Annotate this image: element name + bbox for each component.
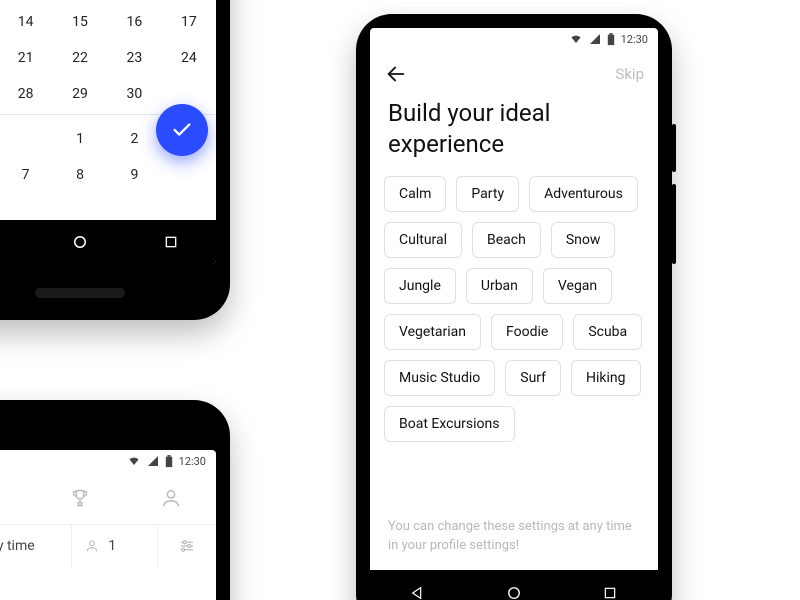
calendar-day[interactable]: 29 [53,76,107,112]
experience-chips: Calm Party Adventurous Cultural Beach Snow Jun… [370,176,658,442]
check-icon [171,119,193,141]
experience-chip[interactable]: Adventurous [529,176,638,212]
calendar-day[interactable]: 2 [107,121,161,157]
filter-guests-value: 1 [108,538,116,554]
calendar-day [162,157,216,193]
calendar-day[interactable]: 1 [53,121,107,157]
experience-chip[interactable]: Jungle [384,268,456,304]
phone-calendar-screen: 13141516172021222324 2 7 282930 1 23 6789 [0,0,216,264]
calendar-row: 6789 [0,157,216,193]
experience-chip[interactable]: Foodie [491,314,563,350]
calendar-day[interactable]: 24 [162,40,216,76]
experience-chip[interactable]: Urban [466,268,533,304]
calendar-day[interactable]: 16 [107,4,161,40]
nav-back-icon[interactable] [410,585,426,600]
top-toolbar [0,472,216,524]
android-navbar [0,220,216,264]
page-title: Build your ideal experience [370,92,658,176]
experience-chip[interactable]: Vegan [543,268,612,304]
battery-icon [607,33,615,46]
experience-chip[interactable]: Calm [384,176,446,212]
android-navbar [370,570,658,600]
filter-anytime-label: Any time [0,538,35,554]
calendar-day[interactable]: 7 [0,157,53,193]
hint-text: You can change these settings at any tim… [370,518,658,570]
back-button[interactable] [384,62,408,86]
experience-chip[interactable]: Beach [472,222,541,258]
confirm-fab[interactable] [156,104,208,156]
calendar-day[interactable]: 21 [0,40,53,76]
experience-chip[interactable]: Snow [551,222,616,258]
sliders-icon [178,537,196,555]
filter-settings[interactable] [158,525,216,567]
nav-home-icon[interactable] [71,233,89,251]
calendar-day [0,121,53,157]
battery-icon [165,455,173,468]
phone-side-button [672,124,676,172]
filter-anytime[interactable]: Any time [0,525,72,567]
calendar-day[interactable]: 28 [0,76,53,112]
status-bar: 12:30 [370,28,658,50]
phone-experience: 12:30 Skip Build your ideal experience C… [356,14,672,600]
experience-chip[interactable]: Music Studio [384,360,495,396]
signal-icon [589,33,601,45]
calendar-day[interactable]: 9 [107,157,161,193]
status-time: 12:30 [179,455,206,468]
experience-chip[interactable]: Scuba [573,314,642,350]
experience-chip[interactable]: Hiking [571,360,640,396]
signal-icon [147,455,159,467]
status-time: 12:30 [621,33,648,46]
profile-icon[interactable] [160,487,182,509]
nav-recent-icon[interactable] [602,585,618,600]
calendar-day[interactable]: 15 [53,4,107,40]
filter-row: Any time 1 [0,524,216,567]
phone-browse-screen: 12:30 Any time [0,450,216,600]
phone-volume-button [672,184,676,264]
calendar-day[interactable]: 14 [0,4,53,40]
calendar-row: 2021222324 [0,40,216,76]
skip-button[interactable]: Skip [615,65,644,83]
calendar-row: 1314151617 [0,4,216,40]
calendar-day[interactable]: 23 [107,40,161,76]
phone-experience-screen: 12:30 Skip Build your ideal experience C… [370,28,658,600]
calendar-day[interactable]: 22 [53,40,107,76]
experience-chip[interactable]: Surf [505,360,561,396]
phone-browse: 12:30 Any time [0,400,230,600]
wifi-icon [127,455,141,467]
calendar-day[interactable]: 17 [162,4,216,40]
person-icon [84,538,100,554]
experience-chip[interactable]: Vegetarian [384,314,481,350]
experience-chip[interactable]: Cultural [384,222,462,258]
trophy-icon[interactable] [69,487,91,509]
phone-speaker [35,288,125,298]
wifi-icon [569,33,583,45]
experience-chip[interactable]: Party [456,176,519,212]
nav-home-icon[interactable] [505,584,523,600]
experience-chip[interactable]: Boat Excursions [384,406,515,442]
nav-recent-icon[interactable] [163,234,179,250]
filter-guests[interactable]: 1 [72,525,157,567]
calendar-day[interactable]: 8 [53,157,107,193]
status-bar: 12:30 [0,450,216,472]
calendar-day[interactable]: 30 [107,76,161,112]
arrow-left-icon [385,63,407,85]
phone-calendar: 13141516172021222324 2 7 282930 1 23 6789 [0,0,230,320]
